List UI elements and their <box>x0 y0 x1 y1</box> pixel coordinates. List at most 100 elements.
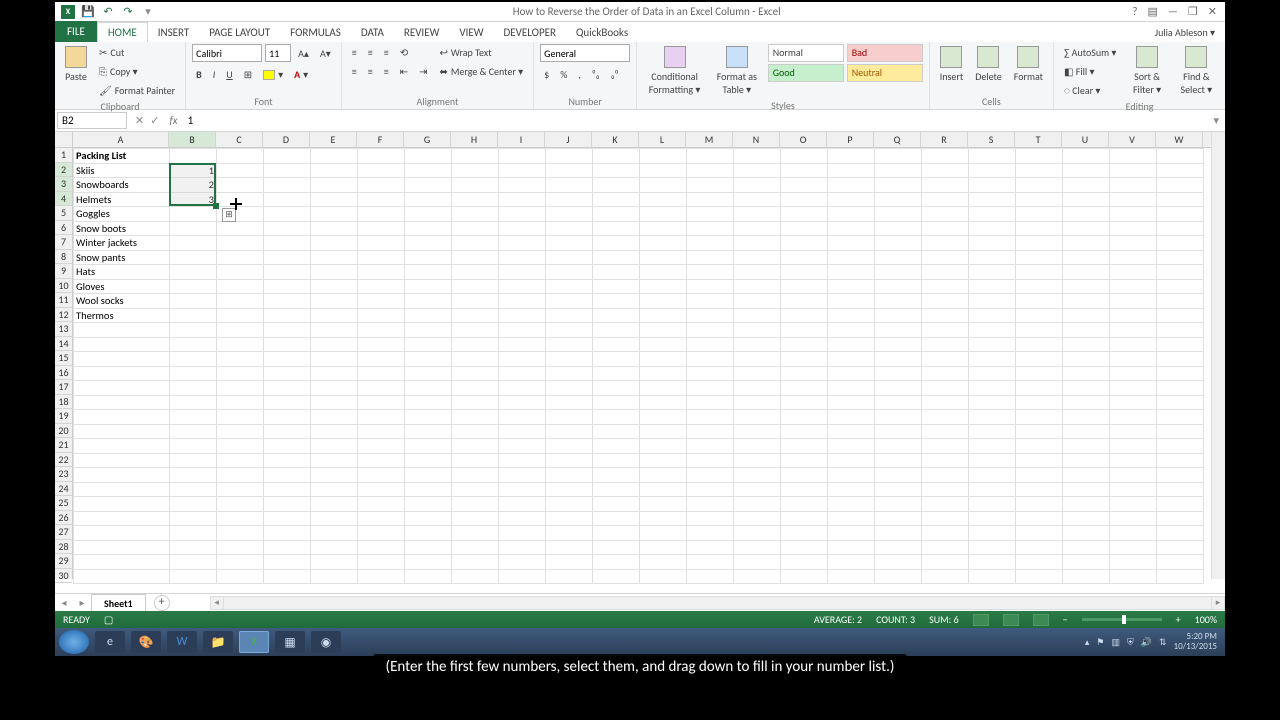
row-header-2[interactable]: 2 <box>55 163 72 178</box>
cell-P9[interactable] <box>828 265 875 280</box>
cell-F12[interactable] <box>358 308 405 323</box>
cell-P17[interactable] <box>828 381 875 396</box>
taskbar-excel-icon[interactable]: X <box>239 631 269 653</box>
cell-J5[interactable] <box>546 207 593 222</box>
cell-K6[interactable] <box>593 221 640 236</box>
row-header-5[interactable]: 5 <box>55 206 72 221</box>
cell-L18[interactable] <box>640 395 687 410</box>
cell-P30[interactable] <box>828 569 875 584</box>
row-header-1[interactable]: 1 <box>55 148 72 163</box>
cell-B26[interactable] <box>170 511 217 526</box>
cell-J1[interactable] <box>546 149 593 164</box>
row-header-18[interactable]: 18 <box>55 395 72 410</box>
cell-O30[interactable] <box>781 569 828 584</box>
cell-O23[interactable] <box>781 468 828 483</box>
cell-F26[interactable] <box>358 511 405 526</box>
row-header-20[interactable]: 20 <box>55 424 72 439</box>
cell-Q10[interactable] <box>875 279 922 294</box>
cell-T27[interactable] <box>1016 526 1063 541</box>
cell-G25[interactable] <box>405 497 452 512</box>
cell-C28[interactable] <box>217 540 264 555</box>
col-header-M[interactable]: M <box>686 132 733 147</box>
cell-D26[interactable] <box>264 511 311 526</box>
cell-T19[interactable] <box>1016 410 1063 425</box>
cell-J28[interactable] <box>546 540 593 555</box>
cell-H29[interactable] <box>452 555 499 570</box>
cell-V24[interactable] <box>1110 482 1157 497</box>
cell-A19[interactable] <box>74 410 170 425</box>
conditional-formatting-button[interactable]: Conditional Formatting ▾ <box>643 44 706 98</box>
row-header-13[interactable]: 13 <box>55 322 72 337</box>
cell-I13[interactable] <box>499 323 546 338</box>
tab-quickbooks[interactable]: QuickBooks <box>566 23 638 42</box>
cell-P19[interactable] <box>828 410 875 425</box>
cell-S10[interactable] <box>969 279 1016 294</box>
cell-L2[interactable] <box>640 163 687 178</box>
ribbon-display-icon[interactable]: ▤ <box>1148 5 1158 18</box>
tab-formulas[interactable]: FORMULAS <box>280 23 351 42</box>
cell-N26[interactable] <box>734 511 781 526</box>
help-icon[interactable]: ? <box>1132 5 1137 18</box>
cell-O17[interactable] <box>781 381 828 396</box>
sheet-tab-active[interactable]: Sheet1 <box>91 594 146 612</box>
cell-N25[interactable] <box>734 497 781 512</box>
cell-C21[interactable] <box>217 439 264 454</box>
cell-V15[interactable] <box>1110 352 1157 367</box>
cell-A6[interactable]: Snow boots <box>74 221 170 236</box>
cell-B30[interactable] <box>170 569 217 584</box>
cell-A4[interactable]: Helmets <box>74 192 170 207</box>
cell-D1[interactable] <box>264 149 311 164</box>
cell-B25[interactable] <box>170 497 217 512</box>
cell-N18[interactable] <box>734 395 781 410</box>
cell-R14[interactable] <box>922 337 969 352</box>
view-normal-icon[interactable] <box>973 614 989 626</box>
col-header-T[interactable]: T <box>1015 132 1062 147</box>
col-header-B[interactable]: B <box>169 132 216 147</box>
cell-F18[interactable] <box>358 395 405 410</box>
cell-V4[interactable] <box>1110 192 1157 207</box>
cell-A7[interactable]: Winter jackets <box>74 236 170 251</box>
cell-V21[interactable] <box>1110 439 1157 454</box>
cell-H9[interactable] <box>452 265 499 280</box>
cell-B8[interactable] <box>170 250 217 265</box>
cell-U16[interactable] <box>1063 366 1110 381</box>
cell-U19[interactable] <box>1063 410 1110 425</box>
tab-insert[interactable]: INSERT <box>148 23 200 42</box>
cell-S1[interactable] <box>969 149 1016 164</box>
save-icon[interactable]: 💾 <box>81 5 95 19</box>
cell-I28[interactable] <box>499 540 546 555</box>
cell-W6[interactable] <box>1157 221 1204 236</box>
cell-T13[interactable] <box>1016 323 1063 338</box>
cell-L28[interactable] <box>640 540 687 555</box>
cell-C27[interactable] <box>217 526 264 541</box>
cell-S17[interactable] <box>969 381 1016 396</box>
cell-F22[interactable] <box>358 453 405 468</box>
cell-E4[interactable] <box>311 192 358 207</box>
cell-J12[interactable] <box>546 308 593 323</box>
cell-C11[interactable] <box>217 294 264 309</box>
row-header-23[interactable]: 23 <box>55 467 72 482</box>
cell-E14[interactable] <box>311 337 358 352</box>
worksheet-area[interactable]: ABCDEFGHIJKLMNOPQRSTUVW 1234567891011121… <box>55 132 1225 593</box>
cell-V12[interactable] <box>1110 308 1157 323</box>
cell-P5[interactable] <box>828 207 875 222</box>
cell-H22[interactable] <box>452 453 499 468</box>
cell-L29[interactable] <box>640 555 687 570</box>
font-color-button[interactable]: A▾ <box>290 66 312 83</box>
cell-K12[interactable] <box>593 308 640 323</box>
cell-W23[interactable] <box>1157 468 1204 483</box>
cell-R23[interactable] <box>922 468 969 483</box>
cell-K5[interactable] <box>593 207 640 222</box>
cell-K21[interactable] <box>593 439 640 454</box>
cell-D21[interactable] <box>264 439 311 454</box>
cell-I5[interactable] <box>499 207 546 222</box>
cell-I30[interactable] <box>499 569 546 584</box>
cell-B21[interactable] <box>170 439 217 454</box>
cell-M16[interactable] <box>687 366 734 381</box>
cell-D25[interactable] <box>264 497 311 512</box>
cell-G20[interactable] <box>405 424 452 439</box>
decrease-decimal-button[interactable]: ₀⁰ <box>607 66 623 83</box>
col-header-D[interactable]: D <box>263 132 310 147</box>
cell-V30[interactable] <box>1110 569 1157 584</box>
cell-W16[interactable] <box>1157 366 1204 381</box>
